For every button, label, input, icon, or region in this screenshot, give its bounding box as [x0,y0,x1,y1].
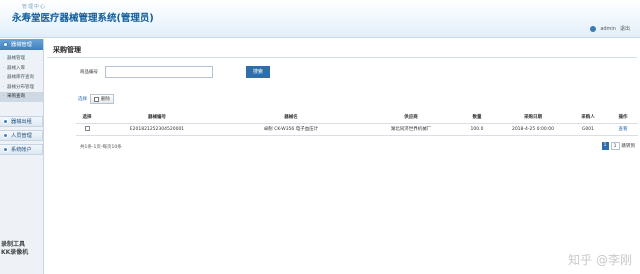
sidebar-item-stock-query[interactable]: 器械库存查询 [0,73,43,83]
cell-actions: 查看 [608,123,638,136]
select-all-link[interactable]: 选择 [78,96,87,102]
sidebar-section-device[interactable]: 器械管理 [0,39,43,50]
delete-label: 删除 [101,97,110,102]
section-label: 器械出租 [11,118,32,125]
section-label: 人员管理 [11,132,32,139]
section-bullet-icon [3,42,8,47]
row-checkbox-cell [76,123,98,136]
col-purchase-date: 采购日期 [498,112,568,124]
delete-button[interactable]: 删除 [90,94,114,104]
user-icon [590,25,597,32]
header-subtitle: 管理中心 [22,4,47,10]
zhihu-watermark: 知乎 @李刚 [568,253,632,267]
app-header: 管理中心 永寿堂医疗器械管理系统(管理员) admin 退出 [0,0,640,38]
sidebar-section-staff[interactable]: 人员管理 [0,129,43,141]
section-bullet-icon [3,132,8,138]
main-content: 采购管理 商品编号 搜索 选择 删除 选择 器械编号 器械名 供应商 数量 采购… [45,39,640,274]
col-purchaser: 采购人 [568,112,608,124]
sidebar-item-device-stock-in[interactable]: 器械入库 [0,64,43,74]
table-row: E201821252304520001 卓耐 CK-W356 电子血压计 湖北同… [76,123,638,136]
col-quantity: 数量 [456,112,498,124]
logout-link[interactable]: 退出 [620,25,630,32]
row-checkbox[interactable] [84,125,90,131]
search-button[interactable]: 搜索 [246,66,270,78]
section-label: 器械管理 [11,42,32,48]
delete-icon [94,96,99,102]
col-supplier: 供应商 [366,112,456,124]
col-select: 选择 [76,112,98,124]
cell-purchaser: G001 [568,123,608,136]
toolbar: 选择 删除 [78,94,114,104]
pager-info: 共1条-1页-每页10条 [80,145,122,150]
pager: 1 1 跳转到 [601,142,636,150]
cell-purchase-date: 2018-4-25 0:00:00 [498,123,568,136]
purchase-table: 选择 器械编号 器械名 供应商 数量 采购日期 采购人 操作 E20182125… [76,112,638,136]
sidebar: 器械管理 器械管理 器械入库 器械库存查询 器械分布管理 采购查询 器械出租 人… [0,39,44,274]
section-label: 系统帐户 [11,146,32,153]
user-bar: admin 退出 [590,25,630,32]
sidebar-item-device-manage[interactable]: 器械管理 [0,54,43,64]
page-title: 采购管理 [53,46,81,54]
sidebar-item-purchase-query[interactable]: 采购查询 [0,92,43,102]
cell-quantity: 100.0 [456,123,498,136]
recorder-watermark: 录制工具 KK录像机 [1,241,29,256]
cell-device-code: E201821252304520001 [98,123,216,136]
username: admin [600,25,616,32]
view-link[interactable]: 查看 [619,127,628,132]
col-device-name: 器械名 [216,112,366,124]
page-input[interactable]: 1 [610,142,620,150]
cell-supplier: 湖北同济世界机械厂 [366,123,456,136]
divider [47,57,637,58]
app-title: 永寿堂医疗器械管理系统(管理员) [12,13,154,24]
page-current[interactable]: 1 [601,142,609,150]
sidebar-section-accounts[interactable]: 系统帐户 [0,143,43,155]
search-input[interactable] [105,66,213,78]
cell-device-name: 卓耐 CK-W356 电子血压计 [216,123,366,136]
col-device-code: 器械编号 [98,112,216,124]
table-header-row: 选择 器械编号 器械名 供应商 数量 采购日期 采购人 操作 [76,112,638,124]
section-bullet-icon [3,146,8,152]
sidebar-item-distribution[interactable]: 器械分布管理 [0,83,43,93]
col-actions: 操作 [608,112,638,124]
goto-page-button[interactable]: 跳转到 [622,143,636,149]
sidebar-section-rental[interactable]: 器械出租 [0,115,43,127]
search-label: 商品编号 [80,70,98,75]
section-bullet-icon [3,118,8,124]
